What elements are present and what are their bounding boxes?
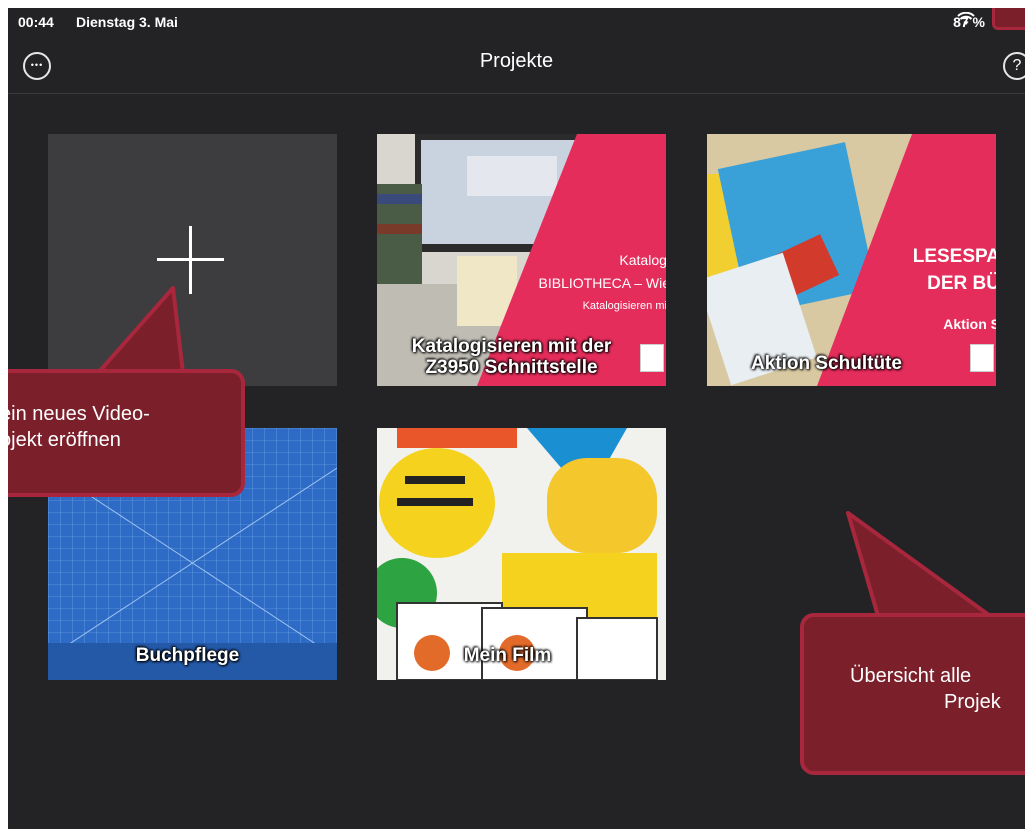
overlay-line-1: LESESPA — [912, 246, 996, 267]
help-symbol: ? — [1012, 57, 1022, 74]
status-date: Dienstag 3. Mai — [76, 14, 178, 30]
project-title: Buchpflege — [135, 645, 240, 666]
callout-new-project-line-1: ein neues Video- — [8, 403, 150, 425]
project-title-line-2: Z3950 Schnittstelle — [425, 357, 598, 378]
project-title: Aktion Schultüte — [751, 353, 902, 374]
help-icon[interactable]: ? — [1003, 52, 1025, 80]
nav-bar: ••• Projekte ? — [8, 36, 1025, 94]
project-tile-katalogisieren[interactable]: Katalogi BIBLIOTHECA – Wie Katalogisiere… — [377, 134, 666, 386]
project-title: Katalogisieren mit der Z3950 Schnittstel… — [377, 336, 666, 378]
status-bar: 00:44 Dienstag 3. Mai 87 % — [8, 8, 1025, 36]
overlay-line-1: Katalogi — [619, 252, 666, 268]
status-time: 00:44 — [18, 14, 54, 30]
callout-pointer-new-project — [96, 286, 185, 373]
callout-new-project: ein neues Video- ojekt eröffnen — [8, 369, 245, 497]
callout-overview: Übersicht alle Projek — [800, 613, 1025, 775]
project-tile-aktion-schultuete[interactable]: LESESPA DER BÜ Aktion S Aktion Schultüte — [707, 134, 996, 386]
overlay-line-3: Katalogisieren mit — [582, 300, 666, 312]
overlay-line-2: DER BÜ — [927, 273, 996, 294]
screen: 00:44 Dienstag 3. Mai 87 % ••• Projekte … — [8, 8, 1025, 829]
overlay-line-2: BIBLIOTHECA – Wie — [538, 275, 666, 291]
project-title: Mein Film — [463, 645, 552, 666]
battery-percent: 87 % — [953, 14, 985, 30]
plus-icon-bar — [157, 258, 224, 261]
page-title: Projekte — [479, 50, 554, 72]
callout-new-project-line-2: ojekt eröffnen — [8, 429, 121, 451]
callout-overview-line-1: Übersicht alle — [850, 665, 972, 687]
callout-overview-line-2: Projek — [944, 691, 1001, 713]
project-thumbnail — [377, 428, 666, 680]
project-title-line-1: Katalogisieren mit der — [411, 336, 612, 357]
project-tile-mein-film[interactable]: Mein Film — [377, 428, 666, 680]
battery-icon — [992, 8, 1025, 30]
overlay-line-3: Aktion S — [943, 316, 996, 332]
